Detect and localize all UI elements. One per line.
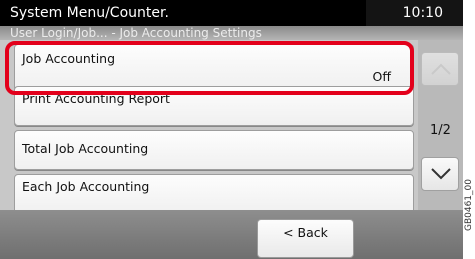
list-item-label: Each Job Accounting <box>22 179 150 194</box>
title-bar: System Menu/Counter. 10:10 <box>0 0 463 26</box>
bottom-bar: < Back <box>0 210 463 259</box>
list-item-value: Off <box>372 69 391 84</box>
list-item-label: Total Job Accounting <box>22 141 149 156</box>
breadcrumb-text: User Login/Job... - Job Accounting Setti… <box>10 26 262 40</box>
list-item-total-job-accounting[interactable]: Total Job Accounting <box>14 130 414 170</box>
list-item-each-job-accounting[interactable]: Each Job Accounting <box>14 174 414 214</box>
scroll-down-button[interactable] <box>421 157 459 191</box>
scrollbar: 1/2 <box>418 40 463 210</box>
list-item-label: Job Accounting <box>22 51 116 66</box>
screen-title: System Menu/Counter. <box>10 5 169 21</box>
list-item-print-accounting-report[interactable]: Print Accounting Report <box>14 86 414 126</box>
page-indicator: 1/2 <box>430 123 451 138</box>
clock: 10:10 <box>402 5 443 21</box>
scroll-up-button[interactable] <box>421 52 459 86</box>
figure-code: GB0461_00 <box>463 160 475 259</box>
settings-list: Job Accounting Off Print Accounting Repo… <box>0 40 418 214</box>
list-item-job-accounting[interactable]: Job Accounting Off <box>14 44 414 90</box>
list-item-label: Print Accounting Report <box>22 91 170 106</box>
device-screen: System Menu/Counter. 10:10 User Login/Jo… <box>0 0 463 259</box>
chevron-up-icon <box>431 63 451 75</box>
figure-code-text: GB0461_00 <box>464 179 474 232</box>
back-button[interactable]: < Back <box>257 219 354 258</box>
breadcrumb: User Login/Job... - Job Accounting Setti… <box>0 26 463 40</box>
chevron-down-icon <box>431 168 451 180</box>
